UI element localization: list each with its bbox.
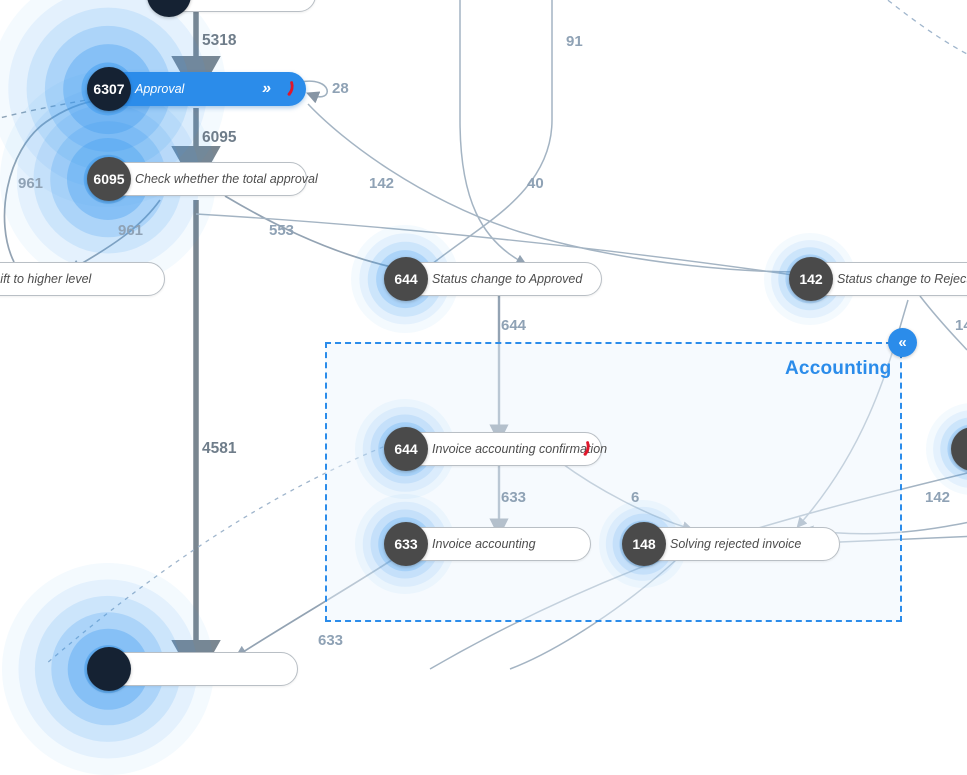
process-node[interactable]: Check whether the total approval 6095 — [87, 157, 318, 201]
node-pill[interactable]: Check whether the total approval 6095 — [87, 157, 318, 201]
node-count-badge: 644 — [384, 257, 428, 301]
group-box-accounting[interactable] — [325, 342, 902, 622]
edge-count-label: 961 — [118, 222, 144, 239]
edge-count-label: 4581 — [202, 440, 237, 457]
edge-count-label: 644 — [501, 317, 527, 334]
node-count-badge: 6095 — [87, 157, 131, 201]
process-node[interactable]: Invoice accounting 633 — [384, 522, 591, 566]
edge-top-to-approved-40[interactable] — [459, 0, 527, 265]
rework-loop-icon — [576, 441, 591, 458]
node-label: Status change to Approved — [432, 272, 583, 286]
edge-check-to-approved[interactable] — [224, 195, 397, 269]
process-node[interactable]: Approval » 6307 — [87, 67, 306, 111]
chevron-double-left-icon: « — [898, 334, 907, 351]
edge-count-label: 5318 — [202, 32, 237, 49]
group-collapse-button[interactable]: « — [888, 328, 917, 357]
process-node[interactable] — [87, 647, 298, 691]
edge-count-label: 28 — [332, 80, 349, 97]
process-node[interactable]: Status change to Approved 644 — [384, 257, 602, 301]
node-label: Shift to higher level — [0, 272, 92, 286]
node-count-badge: 148 — [622, 522, 666, 566]
node-label: Check whether the total approval — [135, 172, 318, 186]
node-count-badge — [951, 427, 967, 471]
node-pill[interactable]: Solving rejected invoice 148 — [622, 522, 840, 566]
edge-count-label: 553 — [269, 222, 295, 239]
node-pill-selected[interactable]: Approval » 6307 — [87, 67, 306, 111]
edge-count-label: 6 — [631, 489, 640, 506]
process-node[interactable]: Solving rejected invoice 148 — [622, 522, 840, 566]
node-label: Status change to Rejected — [837, 272, 967, 286]
process-node[interactable]: Invoice accounting confirmation 644 — [384, 427, 607, 471]
node-count-badge: 142 — [789, 257, 833, 301]
node-count-badge: 633 — [384, 522, 428, 566]
node-label: Solving rejected invoice — [670, 537, 802, 551]
chevron-double-right-icon[interactable]: » — [262, 81, 271, 97]
process-map-canvas[interactable]: Accounting « Approval » 6307 Check whether … — [0, 0, 967, 775]
edge-count-label: 6095 — [202, 129, 237, 146]
node-pill[interactable] — [147, 0, 316, 17]
edge-count-label: 40 — [527, 175, 544, 192]
edge-count-label: 633 — [501, 489, 527, 506]
node-label: Invoice accounting — [432, 537, 536, 551]
edge-top-to-rejected-91[interactable] — [419, 0, 553, 274]
node-pill[interactable]: Status change to Approved 644 — [384, 257, 602, 301]
node-pill[interactable]: Status change to Rejected 142 — [789, 257, 967, 301]
node-pill[interactable]: Shift to higher level — [0, 262, 165, 296]
group-label-accounting: Accounting — [785, 358, 892, 379]
node-pill[interactable]: Invoice accounting 633 — [384, 522, 591, 566]
edge-dashed-upper-right[interactable] — [880, 0, 967, 55]
process-node[interactable] — [147, 0, 316, 17]
node-count-badge: 644 — [384, 427, 428, 471]
node-pill[interactable] — [951, 427, 967, 471]
edge-count-label: 91 — [566, 33, 583, 50]
rework-loop-icon — [280, 81, 295, 98]
edge-approval-dashed-in[interactable] — [0, 94, 103, 120]
edge-count-label: 633 — [318, 632, 344, 649]
process-node[interactable]: Shift to higher level — [0, 262, 165, 296]
process-node[interactable] — [951, 427, 967, 471]
edge-count-label: 14 — [955, 317, 967, 334]
node-count-badge — [87, 647, 131, 691]
node-count-badge: 6307 — [87, 67, 131, 111]
node-label: Approval — [135, 82, 185, 96]
edge-check-to-shift[interactable] — [68, 199, 161, 271]
edge-count-label: 961 — [18, 175, 44, 192]
edge-count-label: 142 — [925, 489, 951, 506]
edge-count-label: 142 — [369, 175, 395, 192]
process-node[interactable]: Status change to Rejected 142 — [789, 257, 967, 301]
node-pill[interactable]: Invoice accounting confirmation 644 — [384, 427, 607, 471]
node-pill[interactable] — [87, 647, 298, 691]
